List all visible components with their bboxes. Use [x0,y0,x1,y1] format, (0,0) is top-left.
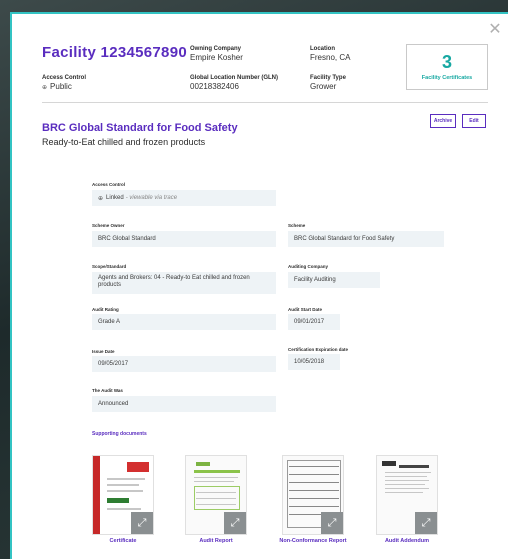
scheme-owner-field: BRC Global Standard [92,231,276,247]
doc-line [385,480,429,481]
expand-icon[interactable]: ⤢ [321,512,343,534]
doc-line [289,498,339,499]
access-control-field-note: - viewable via trace [125,195,178,201]
standard-subtitle: Ready-to-Eat chilled and frozen products [42,137,206,147]
gln-value: 00218382406 [190,82,239,91]
certificate-green-mark [107,498,129,503]
expand-icon[interactable]: ⤢ [415,512,437,534]
expiration-field: 10/05/2018 [288,354,340,370]
document-label[interactable]: Audit Report [165,538,267,544]
location-value: Fresno, CA [310,53,351,62]
audit-was-field: Announced [92,396,276,412]
audit-start-label: Audit Start Date [288,307,323,312]
scope-label: Scope/Standard [92,264,127,269]
globe-icon: ⊕ [42,84,48,91]
access-control-label: Access Control [42,75,87,81]
addendum-logo [382,461,396,466]
audit-report-bar [194,470,240,473]
edit-button[interactable]: Edit [462,114,486,128]
facility-certificates-card[interactable]: 3 Facility Certificates [406,44,488,90]
document-audit-addendum[interactable]: ⤢ Audit Addendum [376,455,438,544]
audit-start-field: 09/01/2017 [288,314,340,330]
non-conformance-thumbnail[interactable]: ⤢ [282,455,344,535]
auditing-company-label: Auditing Company [288,264,328,269]
certificate-count: 3 [441,52,452,72]
doc-line [289,490,339,491]
gln-label: Global Location Number (GLN) [190,75,278,81]
lock-icon: ⊕ [98,194,104,202]
expiration-label: Certification Expiration date [288,347,349,352]
standard-title: BRC Global Standard for Food Safety [42,122,238,134]
archive-button[interactable]: Archive [430,114,456,128]
doc-line [196,504,236,505]
scheme-label: Scheme [288,223,306,228]
doc-line [289,506,339,507]
doc-line [289,482,339,483]
scope-field: Agents and Brokers: 04 - Ready-to Eat ch… [92,272,276,294]
owning-company-value: Empire Kosher [190,53,243,62]
location-label: Location [310,46,335,52]
doc-line [289,474,339,475]
scheme-owner-label: Scheme Owner [92,223,125,228]
doc-line [107,484,139,486]
doc-line [385,472,431,473]
doc-line [196,492,236,493]
doc-line [385,484,425,485]
access-control-field-value: Linked [106,195,124,201]
facility-certificate-modal: ✕ Facility 1234567890 Owning Company Emp… [10,12,508,559]
doc-line [289,466,339,467]
facility-title: Facility 1234567890 [42,44,187,61]
expand-icon[interactable]: ⤢ [131,512,153,534]
doc-line [107,490,143,492]
owning-company-label: Owning Company [190,46,241,52]
doc-line [385,488,429,489]
owning-company: Owning Company Empire Kosher [190,46,243,62]
scheme-field: BRC Global Standard for Food Safety [288,231,444,247]
audit-was-label: The Audit Was [92,388,123,393]
location: Location Fresno, CA [310,46,350,62]
document-non-conformance-report[interactable]: ⤢ Non-Conformance Report [279,455,347,544]
facility-type-value: Grower [310,82,337,91]
certificate-brc-logo [127,462,149,472]
document-label[interactable]: Non-Conformance Report [262,538,364,544]
certificate-count-label: Facility Certificates [421,75,473,81]
issue-date-field: 09/05/2017 [92,356,276,372]
issue-date-label: Issue Date [92,349,115,354]
doc-line [194,477,238,478]
doc-line [196,498,236,499]
access-control-field: ⊕ Linked - viewable via trace [92,190,276,206]
access-control-meta: Access Control ⊕ Public [42,75,86,91]
audit-rating-label: Audit Rating [92,307,119,312]
access-control-field-label: Access Control [92,182,126,187]
doc-line [107,508,141,510]
document-label[interactable]: Certificate [72,538,174,544]
access-control-text: Public [50,82,72,91]
facility-type-label: Facility Type [310,75,346,81]
doc-line [385,492,423,493]
gln: Global Location Number (GLN) 00218382406 [190,75,278,91]
document-audit-report[interactable]: ⤢ Audit Report [185,455,247,544]
audit-report-thumbnail[interactable]: ⤢ [185,455,247,535]
certificate-red-band [93,456,100,534]
audit-report-logo [196,462,210,466]
document-label[interactable]: Audit Addendum [356,538,458,544]
doc-line [194,481,234,482]
header-divider [42,102,488,103]
audit-addendum-thumbnail[interactable]: ⤢ [376,455,438,535]
doc-line [107,478,145,480]
addendum-heading [399,465,429,468]
supporting-documents-heading: Supporting documents [92,431,147,437]
facility-type: Facility Type Grower [310,75,346,91]
certificate-thumbnail[interactable]: ⤢ [92,455,154,535]
expand-icon[interactable]: ⤢ [224,512,246,534]
doc-line [385,476,427,477]
document-certificate[interactable]: ⤢ Certificate [92,455,154,544]
close-icon[interactable]: ✕ [488,21,502,37]
auditing-company-field: Facility Auditing [288,272,380,288]
access-control-value: ⊕ Public [42,82,86,91]
audit-rating-field: Grade A [92,314,276,330]
